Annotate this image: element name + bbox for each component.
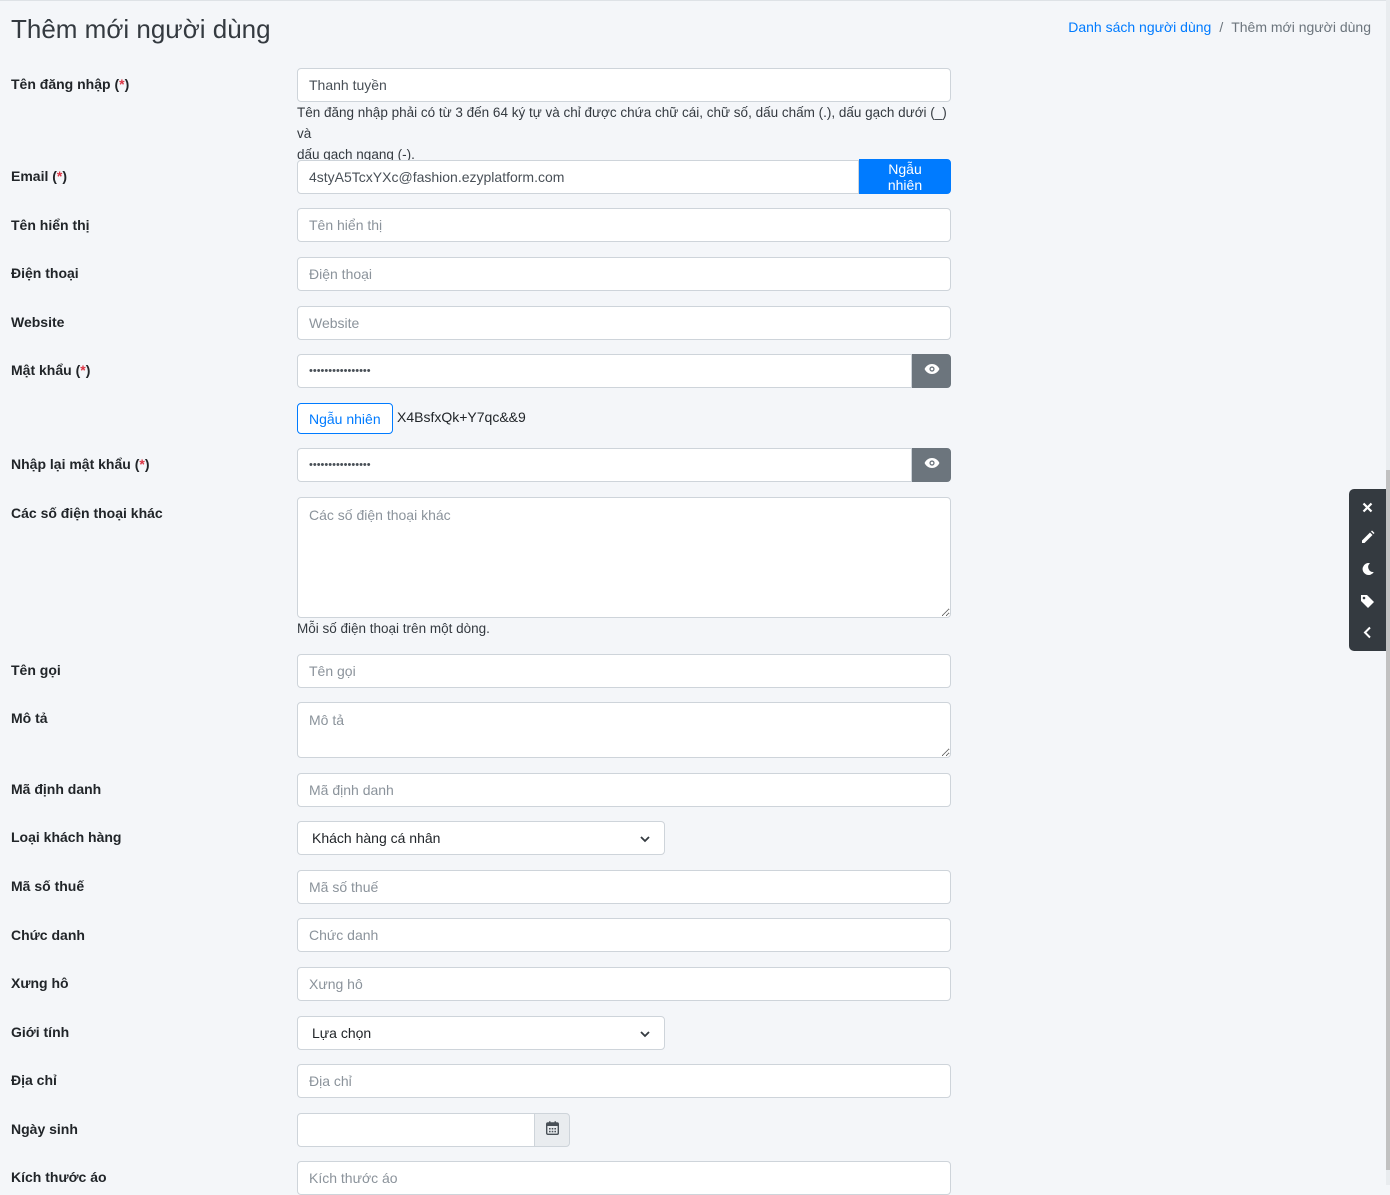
floating-toolbar — [1349, 489, 1386, 651]
address-label: Địa chỉ — [11, 1072, 57, 1088]
toolbar-collapse-button[interactable] — [1349, 619, 1386, 651]
username-help: Tên đăng nhập phải có từ 3 đến 64 ký tự … — [297, 105, 947, 162]
salutation-input[interactable] — [297, 967, 951, 1001]
tax-code-label: Mã số thuế — [11, 878, 85, 894]
description-label: Mô tả — [11, 710, 48, 726]
phone-label: Điện thoại — [11, 265, 79, 281]
chevron-down-icon — [640, 1017, 650, 1049]
nickname-input[interactable] — [297, 654, 951, 688]
customer-type-select[interactable]: Khách hàng cá nhân — [297, 821, 665, 855]
customer-type-selected: Khách hàng cá nhân — [312, 830, 441, 846]
username-input[interactable] — [297, 68, 951, 102]
moon-icon — [1361, 562, 1375, 581]
toolbar-close-button[interactable] — [1349, 493, 1386, 525]
chevron-left-icon — [1363, 626, 1372, 644]
close-icon — [1362, 500, 1373, 518]
address-input[interactable] — [297, 1064, 951, 1098]
chevron-down-icon — [640, 822, 650, 854]
username-label: Tên đăng nhập (*) — [11, 76, 130, 92]
confirm-password-input[interactable] — [297, 448, 912, 482]
website-input[interactable] — [297, 306, 951, 340]
password-toggle-button[interactable] — [912, 354, 951, 388]
job-title-input[interactable] — [297, 918, 951, 952]
tax-code-input[interactable] — [297, 870, 951, 904]
confirm-password-label: Nhập lại mật khẩu (*) — [11, 456, 150, 472]
gender-selected: Lựa chọn — [312, 1025, 372, 1041]
password-label: Mật khẩu (*) — [11, 362, 91, 378]
page-title: Thêm mới người dùng — [11, 14, 271, 44]
shirt-size-label: Kích thước áo — [11, 1169, 107, 1185]
breadcrumb-separator: / — [1219, 19, 1224, 35]
nickname-label: Tên gọi — [11, 662, 61, 678]
scrollbar-thumb[interactable] — [1386, 470, 1390, 1170]
birthday-label: Ngày sinh — [11, 1121, 78, 1137]
job-title-label: Chức danh — [11, 927, 85, 943]
email-input[interactable] — [297, 160, 859, 194]
top-border — [0, 0, 1390, 1]
eye-icon — [924, 362, 940, 380]
description-textarea[interactable] — [297, 702, 951, 758]
gender-label: Giới tính — [11, 1024, 70, 1040]
identifier-label: Mã định danh — [11, 781, 102, 797]
display-name-input[interactable] — [297, 208, 951, 242]
gender-select[interactable]: Lựa chọn — [297, 1016, 665, 1050]
email-label: Email (*) — [11, 168, 68, 184]
other-phones-label: Các số điện thoại khác — [11, 505, 163, 521]
birthday-input[interactable] — [297, 1113, 535, 1147]
website-label: Website — [11, 314, 65, 330]
shirt-size-input[interactable] — [297, 1161, 951, 1195]
other-phones-help: Mỗi số điện thoại trên một dòng. — [297, 621, 490, 636]
password-input[interactable] — [297, 354, 912, 388]
calendar-icon — [545, 1120, 559, 1140]
toolbar-tag-button[interactable] — [1349, 588, 1386, 620]
pencil-icon — [1360, 530, 1375, 550]
identifier-input[interactable] — [297, 773, 951, 807]
tag-icon — [1360, 594, 1375, 614]
toolbar-dark-mode-button[interactable] — [1349, 556, 1386, 588]
generated-password: X4BsfxQk+Y7qc&&9 — [397, 409, 526, 425]
toolbar-edit-button[interactable] — [1349, 525, 1386, 557]
breadcrumb-current: Thêm mới người dùng — [1231, 19, 1371, 35]
birthday-calendar-button[interactable] — [534, 1113, 570, 1147]
other-phones-textarea[interactable] — [297, 497, 951, 618]
breadcrumb-user-list-link[interactable]: Danh sách người dùng — [1068, 19, 1211, 35]
customer-type-label: Loại khách hàng — [11, 829, 122, 845]
display-name-label: Tên hiển thị — [11, 217, 90, 233]
breadcrumb: Danh sách người dùng / Thêm mới người dù… — [1068, 19, 1371, 35]
email-random-button[interactable]: Ngẫu nhiên — [859, 159, 951, 194]
salutation-label: Xưng hô — [11, 975, 69, 991]
password-random-button[interactable]: Ngẫu nhiên — [297, 403, 393, 434]
eye-icon — [924, 456, 940, 474]
phone-input[interactable] — [297, 257, 951, 291]
confirm-password-toggle-button[interactable] — [912, 448, 951, 482]
